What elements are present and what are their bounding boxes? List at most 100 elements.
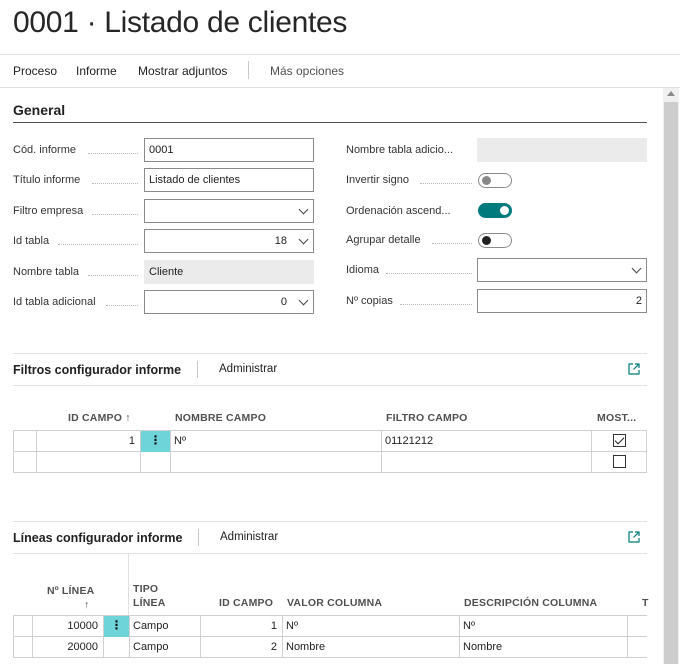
part-separator [198,529,199,546]
table-row[interactable]: 20000 Campo 2 Nombre Nombre [13,637,647,658]
action-informe[interactable]: Informe [76,64,117,78]
cell-valor-columna[interactable]: Nombre [283,637,460,658]
filtros-administrar-button[interactable]: Administrar [219,363,277,375]
part-divider [13,553,647,554]
ordenacion-ascend-toggle[interactable] [478,203,512,218]
mostrar-checkbox[interactable] [613,455,626,468]
cell-n-linea[interactable]: 10000 [33,616,104,637]
expand-icon[interactable] [628,531,640,543]
cell-descripcion-columna[interactable]: Nº [460,616,628,637]
mostrar-checkbox[interactable] [613,434,626,447]
titulo-informe-field[interactable]: Listado de clientes [144,168,314,192]
cell-nombre-campo[interactable] [171,452,382,473]
cell-id-campo[interactable]: 1 [37,431,141,452]
part-divider [13,353,647,354]
toggle-knob [500,206,509,215]
expand-icon[interactable] [628,363,640,375]
label-nombre-tabla: Nombre tabla [13,266,80,278]
row-menu-icon[interactable]: ⋮ [104,616,130,637]
label-n-copias: Nº copias [346,295,393,307]
label-dots [92,214,138,215]
nombre-tabla-field: Cliente [144,260,314,284]
lineas-administrar-button[interactable]: Administrar [220,531,278,543]
action-proceso[interactable]: Proceso [13,64,57,78]
chevron-down-icon[interactable] [631,263,642,274]
n-copias-field[interactable]: 2 [477,289,647,313]
id-tabla-select[interactable]: 18 [144,229,314,253]
label-cod-informe: Cód. informe [13,144,76,156]
chevron-down-icon[interactable] [298,295,309,306]
label-dots [88,153,138,154]
lineas-part-title[interactable]: Líneas configurador informe [13,531,182,545]
col-header-nombre-campo[interactable]: NOMBRE CAMPO [175,412,266,424]
cell-id-campo[interactable]: 1 [201,616,283,637]
label-dots [386,273,472,274]
col-header-valor-columna[interactable]: VALOR COLUMNA [287,597,382,609]
label-id-tabla: Id tabla [13,235,50,247]
row-indicator[interactable] [13,431,37,452]
label-dots [92,183,138,184]
label-filtro-empresa: Filtro empresa [13,205,84,217]
cell-valor-columna[interactable]: Nº [283,616,460,637]
col-header-id-campo[interactable]: ID CAMPO [219,597,273,609]
col-header-n-linea[interactable]: Nº LÍNEA [47,585,94,597]
invertir-signo-toggle[interactable] [478,173,512,188]
action-mostrar-adjuntos[interactable]: Mostrar adjuntos [138,64,227,78]
idioma-select[interactable] [477,258,647,282]
cell-tipo-linea[interactable]: Campo [130,637,201,658]
action-separator [248,61,249,79]
col-header-filtro-campo[interactable]: FILTRO CAMPO [386,412,468,424]
col-header-tipo-linea-1[interactable]: TIPO [133,583,158,595]
row-menu-cell[interactable] [141,452,171,473]
label-idioma: Idioma [346,264,380,276]
row-indicator[interactable] [13,452,37,473]
cell-filtro-campo[interactable]: 01121212 [382,431,592,452]
cell-t[interactable] [628,637,647,658]
cell-n-linea[interactable]: 20000 [33,637,104,658]
scrollbar-thumb[interactable] [664,102,678,664]
row-menu-cell[interactable] [104,637,130,658]
col-header-mostrar[interactable]: MOST... [597,412,636,424]
id-tabla-adicional-select[interactable]: 0 [144,290,314,314]
label-nombre-tabla-adicional: Nombre tabla adicio... [346,144,453,156]
action-mas-opciones[interactable]: Más opciones [270,64,344,78]
row-menu-icon[interactable]: ⋮ [141,431,171,452]
filtro-empresa-select[interactable] [144,199,314,223]
table-row[interactable]: 1 ⋮ Nº 01121212 [13,431,647,452]
cell-t[interactable] [628,616,647,637]
cell-filtro-campo[interactable] [382,452,592,473]
row-indicator[interactable] [13,637,33,658]
col-header-t[interactable]: T [642,597,649,609]
vertical-scrollbar[interactable] [663,88,679,664]
label-dots [106,305,138,306]
scroll-up-icon[interactable] [667,91,675,96]
label-dots [88,275,138,276]
col-header-descripcion-columna[interactable]: DESCRIPCIÓN COLUMNA [464,597,597,609]
chevron-down-icon[interactable] [298,234,309,245]
cell-mostrar[interactable] [592,431,647,452]
table-row[interactable]: 10000 ⋮ Campo 1 Nº Nº [13,616,647,637]
page-content: General Cód. informe 0001 Título informe… [0,88,663,664]
cell-id-campo[interactable] [37,452,141,473]
part-separator [197,361,198,378]
toggle-knob [482,236,491,245]
part-divider [13,521,647,522]
col-header-id-campo[interactable]: ID CAMPO ↑ [68,412,131,424]
action-bar: Proceso Informe Mostrar adjuntos Más opc… [0,54,680,88]
section-general-title[interactable]: General [13,102,65,118]
label-dots [432,243,472,244]
cell-id-campo[interactable]: 2 [201,637,283,658]
chevron-down-icon[interactable] [298,204,309,215]
cod-informe-field[interactable]: 0001 [144,138,314,162]
cell-mostrar[interactable] [592,452,647,473]
cell-descripcion-columna[interactable]: Nombre [460,637,628,658]
cell-tipo-linea[interactable]: Campo [130,616,201,637]
cell-nombre-campo[interactable]: Nº [171,431,382,452]
label-agrupar-detalle: Agrupar detalle [346,234,421,246]
filtros-part-title[interactable]: Filtros configurador informe [13,363,181,377]
agrupar-detalle-toggle[interactable] [478,233,512,248]
col-header-tipo-linea-2[interactable]: LÍNEA [133,597,166,609]
row-indicator[interactable] [13,616,33,637]
section-divider [13,122,647,123]
table-row[interactable] [13,452,647,473]
